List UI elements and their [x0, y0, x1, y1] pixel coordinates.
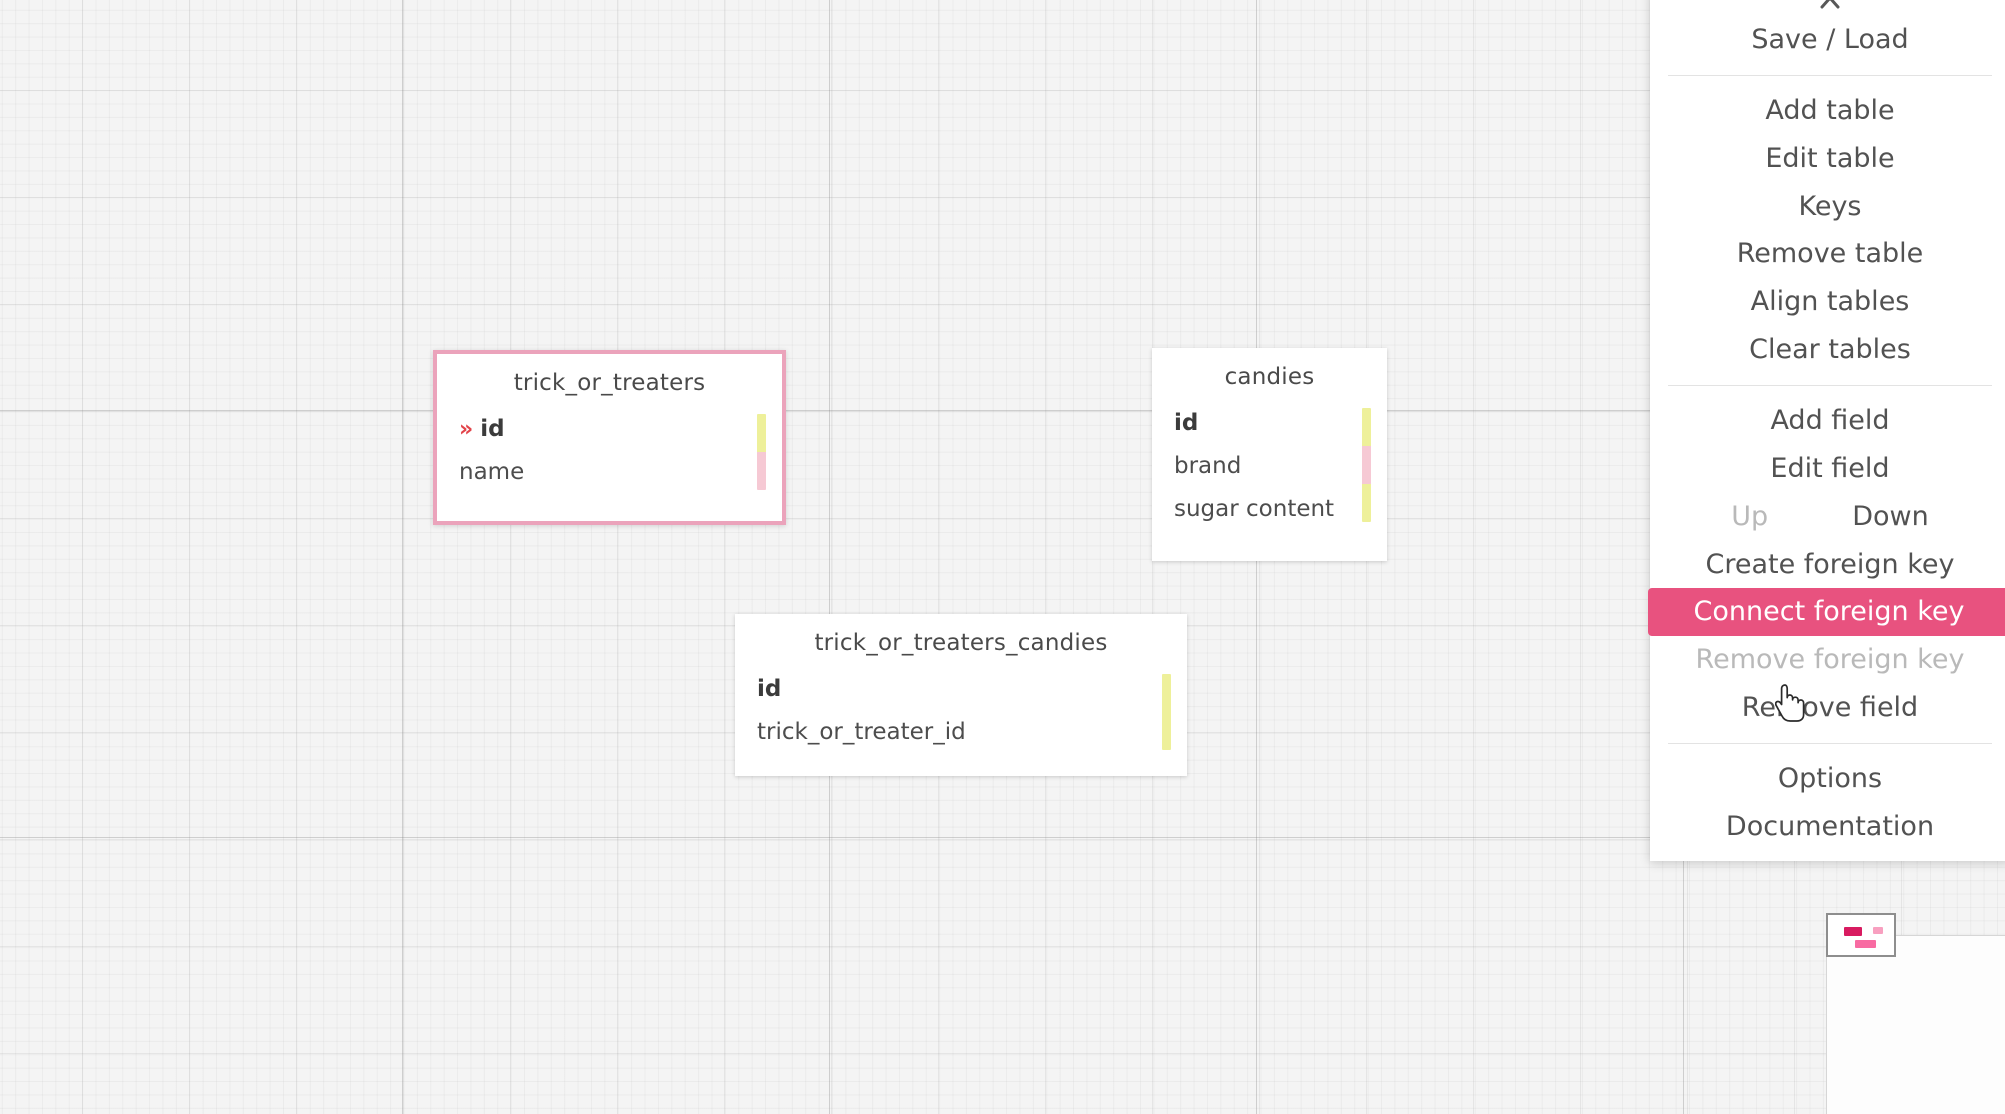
menu-group: Save / Load [1650, 16, 2005, 64]
menu-item-edit-field[interactable]: Edit field [1650, 445, 2005, 493]
er-field-color-segment [1162, 674, 1171, 712]
er-table-title: trick_or_treaters [513, 370, 706, 396]
er-diagram-app: trick_or_treaters» id name candies id brand su… [0, 0, 2005, 1114]
menu-item-down[interactable]: Down [1852, 493, 1929, 541]
er-table-field[interactable]: name [437, 451, 782, 494]
er-table-field[interactable]: trick_or_treater_id [735, 711, 1187, 754]
menu-item-align-tables[interactable]: Align tables [1650, 278, 2005, 326]
menu-divider [1668, 743, 1992, 745]
er-table-field-label: name [459, 458, 525, 485]
minimap-table-marker [1855, 940, 1876, 948]
menu-divider [1668, 74, 1992, 76]
er-table-field-label: trick_or_treater_id [757, 718, 966, 745]
menu-group: Add table Edit table Keys Remove table Align… [1650, 87, 2005, 374]
er-table-field-list: id brand sugar content [1152, 402, 1387, 544]
menu-item-add-field[interactable]: Add field [1650, 397, 2005, 445]
er-field-color-segment [1162, 712, 1171, 750]
er-table[interactable]: trick_or_treaters » id name [433, 350, 786, 525]
tools-menu-panel[interactable]: Save / Load Add table Edit table Keys Remove… [1648, 0, 2005, 861]
er-table-field-color-bar [1162, 674, 1171, 750]
er-table-field-color-bar [757, 414, 766, 490]
menu-item-documentation[interactable]: Documentation [1650, 803, 2005, 851]
minimap-panel[interactable] [1826, 935, 2005, 1114]
er-table-field[interactable]: » id [437, 408, 782, 451]
er-table-field-label: id [1174, 410, 1199, 436]
er-table-field[interactable]: id [735, 668, 1187, 711]
er-table-field[interactable]: sugar content [1152, 488, 1387, 531]
menu-row-up-down: Up Down [1650, 493, 2005, 541]
menu-item-save-load[interactable]: Save / Load [1650, 16, 2005, 64]
er-table-field-label: id [480, 416, 505, 442]
menu-item-options[interactable]: Options [1650, 755, 2005, 803]
menu-item-remove-foreign-key: Remove foreign key [1695, 644, 1965, 676]
er-table-field-label: brand [1174, 452, 1242, 479]
er-table-title: trick_or_treaters_candies [814, 630, 1108, 656]
er-table-field[interactable]: brand [1152, 445, 1387, 488]
er-table-title: candies [1224, 364, 1315, 390]
menu-item-edit-table[interactable]: Edit table [1650, 135, 2005, 183]
er-field-color-segment [1362, 484, 1371, 522]
menu-item-create-foreign-key[interactable]: Create foreign key [1650, 541, 2005, 589]
er-table[interactable]: trick_or_treaters_candiesid trick_or_trea… [735, 614, 1187, 776]
menu-group: Options Documentation [1650, 755, 2005, 851]
er-table-field-label: sugar content [1174, 495, 1335, 522]
er-table-field[interactable]: id [1152, 402, 1387, 445]
minimap-viewport-rect[interactable] [1826, 913, 1896, 957]
er-field-color-segment [757, 452, 766, 490]
er-table[interactable]: candies id brand sugar content [1152, 348, 1387, 561]
menu-item-add-table[interactable]: Add table [1650, 87, 2005, 135]
er-field-color-segment [757, 414, 766, 452]
menu-item-up: Up [1731, 500, 1769, 532]
chevron-up-icon[interactable] [1650, 0, 2005, 16]
menu-divider [1668, 385, 1992, 387]
menu-item-clear-tables[interactable]: Clear tables [1650, 326, 2005, 374]
er-table-field-label: id [757, 676, 782, 702]
primary-key-icon: » [459, 417, 474, 442]
menu-item-keys[interactable]: Keys [1650, 183, 2005, 231]
menu-item-connect-foreign-key[interactable]: Connect foreign key [1648, 588, 2005, 637]
minimap-table-marker [1873, 927, 1883, 934]
minimap-table-marker [1844, 927, 1862, 936]
er-table-field-list: id trick_or_treater_id [735, 668, 1187, 768]
menu-group: Add field Edit field Up Down Create foreign … [1648, 397, 2005, 732]
er-table-field-color-bar [1362, 408, 1371, 522]
er-field-color-segment [1362, 446, 1371, 484]
er-field-color-segment [1362, 408, 1371, 446]
menu-item-remove-table[interactable]: Remove table [1650, 230, 2005, 278]
menu-item-remove-field[interactable]: Remove field [1650, 684, 2005, 732]
er-table-field-list: » id name [437, 408, 782, 508]
